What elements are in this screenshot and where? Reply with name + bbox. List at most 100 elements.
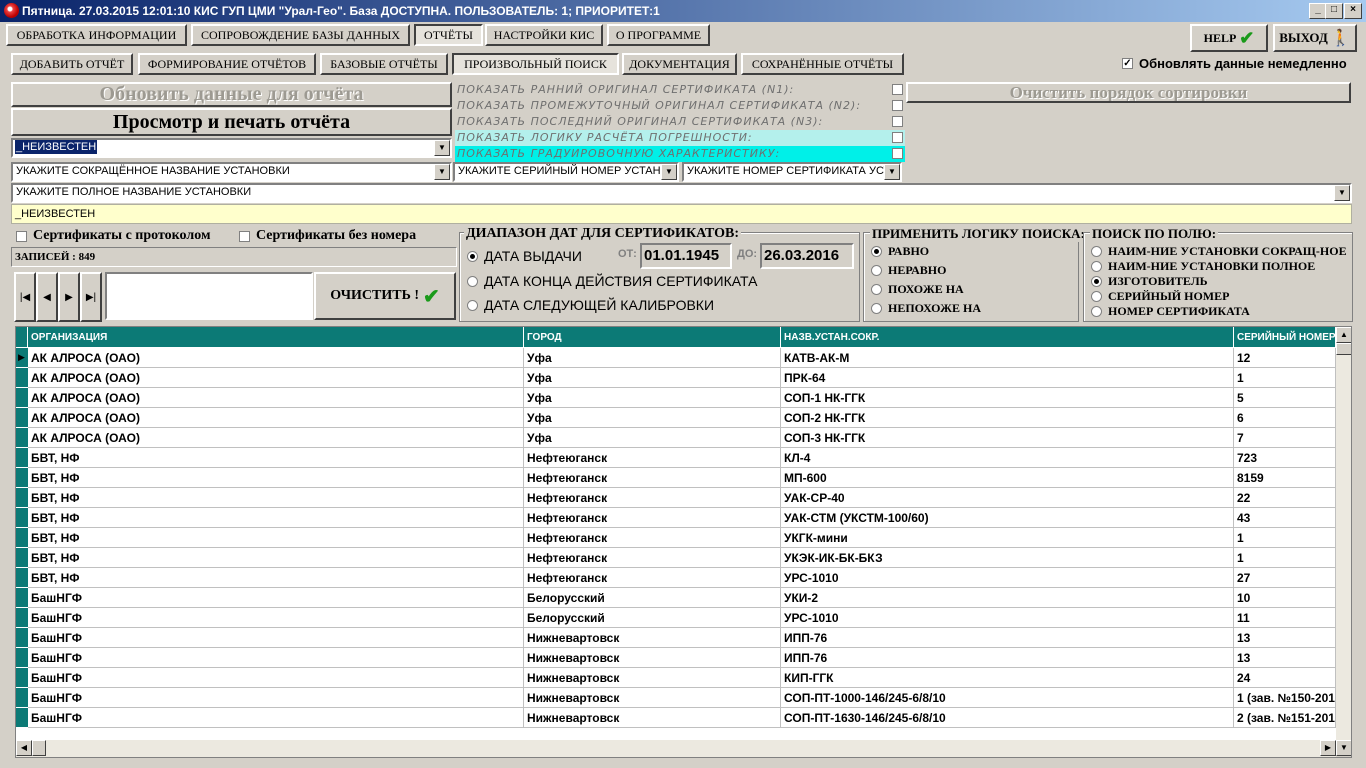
table-cell[interactable]: ПРК-64 [781,368,1234,388]
table-cell[interactable]: 10 [1234,588,1336,608]
table-row[interactable]: БВТ, НФ Нефтеюганск КЛ-4 723 [28,448,1336,468]
table-cell[interactable]: 12 [1234,348,1336,368]
table-cell[interactable]: 2 (зав. №151-2013) [1234,708,1336,728]
table-cell[interactable]: Уфа [524,388,781,408]
show-option-2[interactable]: ПОКАЗАТЬ ПРОМЕЖУТОЧНЫЙ ОРИГИНАЛ СЕРТИФИК… [455,98,905,114]
full-name-combo[interactable]: УКАЖИТЕ ПОЛНОЕ НАЗВАНИЕ УСТАНОВКИ ▼ [11,183,1352,203]
show-option-checkbox[interactable] [892,116,903,127]
table-cell[interactable]: АК АЛРОСА (ОАО) [28,368,524,388]
field-option-4[interactable]: СЕРИЙНЫЙ НОМЕР [1091,289,1229,304]
row-indicator[interactable] [16,368,28,388]
row-indicator[interactable] [16,528,28,548]
tab-add-report[interactable]: ДОБАВИТЬ ОТЧЁТ [11,53,133,75]
chevron-down-icon[interactable]: ▼ [884,164,900,180]
table-cell[interactable]: 5 [1234,388,1336,408]
date-option-issue-radio[interactable] [467,250,478,262]
table-cell[interactable]: СОП-ПТ-1630-146/245-6/8/10 [781,708,1234,728]
tab-documentation[interactable]: ДОКУМЕНТАЦИЯ [622,53,737,75]
scroll-up-icon[interactable]: ▲ [1336,327,1351,343]
table-row[interactable]: БашНГФ Нижневартовск СОП-ПТ-1630-146/245-6… [28,708,1336,728]
table-row[interactable]: БашНГФ Нижневартовск СОП-ПТ-1000-146/245-6… [28,688,1336,708]
table-row[interactable]: БВТ, НФ Нефтеюганск УАК-СР-40 22 [28,488,1336,508]
table-row[interactable]: БВТ, НФ Нефтеюганск УАК-СТМ (УКСТМ-100/60)… [28,508,1336,528]
table-cell[interactable]: 1 [1234,528,1336,548]
row-indicator[interactable] [16,568,28,588]
table-cell[interactable]: БашНГФ [28,648,524,668]
table-row[interactable]: БВТ, НФ Нефтеюганск МП-600 8159 [28,468,1336,488]
table-cell[interactable]: 6 [1234,408,1336,428]
logic-option-1[interactable]: РАВНО [871,244,929,259]
chevron-down-icon[interactable]: ▼ [434,164,450,180]
table-cell[interactable]: БВТ, НФ [28,488,524,508]
col-short-name[interactable]: НАЗВ.УСТАН.СОКР. [781,327,1234,347]
first-record-icon[interactable]: |◀ [14,272,36,322]
menu-processing[interactable]: ОБРАБОТКА ИНФОРМАЦИИ [6,24,187,46]
table-row[interactable]: АК АЛРОСА (ОАО) Уфа СОП-1 НК-ГГК 5 [28,388,1336,408]
table-cell[interactable]: БашНГФ [28,588,524,608]
table-cell[interactable]: 1 (зав. №150-2013) [1234,688,1336,708]
field-radio[interactable] [1091,291,1102,302]
clear-button[interactable]: ОЧИСТИТЬ ! ✔ [314,272,456,320]
show-option-checkbox[interactable] [892,100,903,111]
table-cell[interactable]: АК АЛРОСА (ОАО) [28,428,524,448]
field-option-1[interactable]: НАИМ-НИЕ УСТАНОВКИ СОКРАЩ-НОЕ [1091,244,1347,259]
table-cell[interactable]: Нижневартовск [524,708,781,728]
field-radio[interactable] [1091,261,1102,272]
row-indicator[interactable] [16,588,28,608]
table-row[interactable]: АК АЛРОСА (ОАО) Уфа ПРК-64 1 [28,368,1336,388]
table-cell[interactable]: Уфа [524,348,781,368]
table-row[interactable]: БВТ, НФ Нефтеюганск УКГК-мини 1 [28,528,1336,548]
table-cell[interactable]: УАК-СТМ (УКСТМ-100/60) [781,508,1234,528]
date-option-expiry[interactable]: ДАТА КОНЦА ДЕЙСТВИЯ СЕРТИФИКАТА [467,273,757,289]
clear-sort-button[interactable]: Очистить порядок сортировки [906,82,1351,103]
show-option-checkbox[interactable] [892,148,903,159]
short-name-combo[interactable]: УКАЖИТЕ СОКРАЩЁННОЕ НАЗВАНИЕ УСТАНОВКИ ▼ [11,162,452,182]
table-cell[interactable]: АК АЛРОСА (ОАО) [28,388,524,408]
logic-radio[interactable] [871,265,882,276]
table-cell[interactable]: БВТ, НФ [28,548,524,568]
search-input[interactable] [105,272,313,320]
table-cell[interactable]: МП-600 [781,468,1234,488]
logic-radio[interactable] [871,246,882,257]
table-cell[interactable]: Нефтеюганск [524,528,781,548]
table-row[interactable]: АК АЛРОСА (ОАО) Уфа СОП-3 НК-ГГК 7 [28,428,1336,448]
table-cell[interactable]: БВТ, НФ [28,528,524,548]
table-cell[interactable]: БашНГФ [28,708,524,728]
scroll-thumb[interactable] [1336,343,1351,355]
field-radio[interactable] [1091,246,1102,257]
refresh-report-button[interactable]: Обновить данные для отчёта [11,82,452,107]
table-cell[interactable]: Нефтеюганск [524,508,781,528]
view-print-button[interactable]: Просмотр и печать отчёта [11,108,452,136]
logic-option-2[interactable]: НЕРАВНО [871,263,946,278]
field-radio[interactable] [1091,276,1102,287]
row-indicator[interactable] [16,468,28,488]
table-cell[interactable]: ИПП-76 [781,648,1234,668]
next-record-icon[interactable]: ▶ [58,272,80,322]
table-cell[interactable]: Нефтеюганск [524,548,781,568]
row-indicator[interactable] [16,508,28,528]
unknown-combo[interactable]: _НЕИЗВЕСТЕН ▼ [11,138,452,158]
with-protocol-option[interactable]: Сертификаты с протоколом [16,228,236,244]
date-option-issue[interactable]: ДАТА ВЫДАЧИ [467,248,582,264]
scroll-down-icon[interactable]: ▼ [1336,740,1351,756]
table-cell[interactable]: КАТВ-АК-М [781,348,1234,368]
table-cell[interactable]: КЛ-4 [781,448,1234,468]
table-cell[interactable]: БашНГФ [28,688,524,708]
help-button[interactable]: HELP ✔ [1190,24,1268,52]
table-cell[interactable]: СОП-3 НК-ГГК [781,428,1234,448]
table-cell[interactable]: КИП-ГГК [781,668,1234,688]
scroll-right-icon[interactable]: ▶ [1320,740,1336,756]
col-city[interactable]: ГОРОД [524,327,781,347]
row-indicator[interactable] [16,488,28,508]
table-cell[interactable]: Уфа [524,408,781,428]
table-cell[interactable]: Нефтеюганск [524,448,781,468]
row-indicator[interactable] [16,708,28,728]
table-row[interactable]: БашНГФ Нижневартовск ИПП-76 13 [28,648,1336,668]
update-immediately-option[interactable]: ✓ Обновлять данные немедленно [1122,56,1357,71]
chevron-down-icon[interactable]: ▼ [434,140,450,156]
table-row[interactable]: БашНГФ Нижневартовск КИП-ГГК 24 [28,668,1336,688]
menu-about[interactable]: О ПРОГРАММЕ [607,24,710,46]
logic-radio[interactable] [871,303,882,314]
table-cell[interactable]: 11 [1234,608,1336,628]
cert-combo[interactable]: УКАЖИТЕ НОМЕР СЕРТИФИКАТА УСТАНОВКИ ▼ [682,162,902,182]
